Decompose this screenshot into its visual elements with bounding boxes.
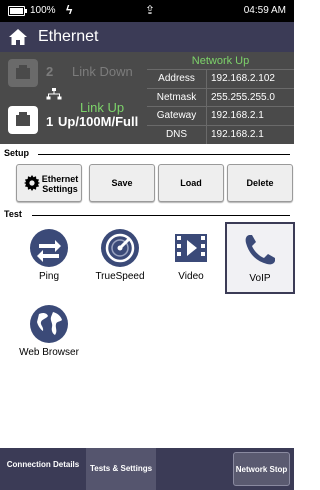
tile-label: Video (178, 271, 204, 282)
port-link-status: Link Up (80, 100, 125, 115)
test-tile-video[interactable]: Video (156, 222, 226, 294)
delete-label: Delete (246, 178, 274, 188)
table-row: DNS 192.168.2.1 (147, 125, 294, 145)
globe-icon (30, 305, 68, 343)
ethernet-settings-button[interactable]: Ethernet Settings (16, 164, 82, 202)
port-speed: Up/100M/Full (58, 114, 139, 129)
port-2-status[interactable]: 2 Link Down (0, 52, 147, 98)
tab-connection-details[interactable]: Connection Details (0, 448, 86, 490)
row-key: Netmask (147, 88, 207, 107)
ethernet-port-icon (8, 106, 38, 134)
row-value: 192.168.2.1 (211, 128, 264, 140)
ethernet-settings-label: Ethernet Settings (41, 174, 79, 194)
load-label: Load (180, 178, 202, 188)
lightning-icon: ϟ (66, 3, 73, 17)
page-title: Ethernet (38, 28, 99, 45)
row-key: Gateway (147, 107, 207, 125)
delete-button[interactable]: Delete (227, 164, 293, 202)
status-bar: 100% ϟ ⇪ 04:59 AM (0, 0, 294, 22)
port-1-status[interactable]: Link Up 1 Up/100M/Full (0, 98, 147, 144)
test-tile-voip[interactable]: VoIP (225, 222, 295, 294)
speedometer-icon (101, 229, 139, 267)
test-divider (32, 215, 290, 216)
app-header: Ethernet (0, 22, 294, 52)
save-label: Save (111, 178, 133, 188)
tab-tests-settings[interactable]: Tests & Settings (86, 448, 156, 490)
row-key: Address (147, 70, 207, 88)
row-key: DNS (147, 125, 207, 144)
clock: 04:59 AM (243, 5, 286, 16)
usb-icon: ⇪ (145, 3, 156, 17)
gear-icon (24, 175, 40, 191)
load-button[interactable]: Load (158, 164, 224, 202)
home-icon[interactable] (8, 28, 28, 46)
setup-section-label: Setup (4, 148, 30, 158)
test-tile-truespeed[interactable]: TrueSpeed (85, 222, 155, 294)
phone-icon (245, 235, 275, 265)
test-section-label: Test (4, 209, 22, 219)
network-stop-button[interactable]: Network Stop (233, 452, 290, 486)
network-status: Network Up (147, 52, 294, 70)
bottom-nav: Connection Details Tests & Settings Netw… (0, 448, 294, 490)
tile-label: Web Browser (19, 347, 79, 358)
port-link-status: Link Down (72, 64, 133, 79)
network-info-table: Network Up Address 192.168.2.102 Netmask… (147, 52, 294, 144)
ethernet-port-icon (8, 59, 38, 87)
tile-label: Ping (38, 271, 59, 282)
battery-percent: 100% (30, 5, 56, 16)
row-value: 192.168.2.1 (211, 110, 264, 121)
row-value: 255.255.255.0 (211, 91, 275, 103)
test-tile-web-browser[interactable]: Web Browser (14, 298, 84, 370)
film-icon (175, 234, 207, 262)
network-status-panel: 2 Link Down Link Up 1 Up/100M/Full Netwo… (0, 52, 294, 144)
ping-arrows-icon (30, 229, 68, 267)
row-value: 192.168.2.102 (211, 73, 275, 84)
table-row: Netmask 255.255.255.0 (147, 88, 294, 107)
table-row: Gateway 192.168.2.1 (147, 107, 294, 126)
setup-divider (38, 154, 290, 155)
save-button[interactable]: Save (89, 164, 155, 202)
tile-label: TrueSpeed (95, 271, 145, 282)
test-tile-ping[interactable]: Ping (14, 222, 84, 294)
port-number: 1 (46, 114, 54, 129)
tile-label: VoIP (249, 273, 271, 284)
port-number: 2 (46, 64, 54, 79)
table-row: Address 192.168.2.102 (147, 70, 294, 89)
battery-icon (8, 6, 27, 16)
